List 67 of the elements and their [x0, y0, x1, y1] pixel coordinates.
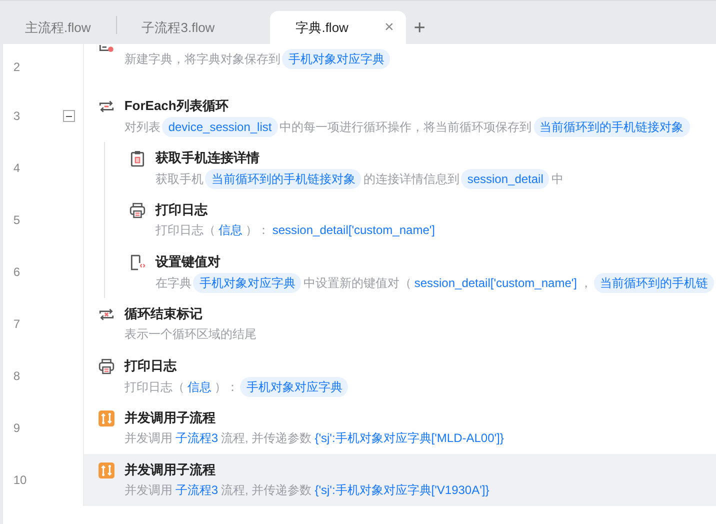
- step-row[interactable]: 并发调用子流程 并发调用 子流程3 流程, 并传递参数 {'sj':手机对象对应字典['V1930A']}: [84, 454, 716, 506]
- variable-link: {'sj':手机对象对应字典['MLD-AL00']}: [314, 430, 504, 447]
- description-text: 中的每一项进行循环操作，将当前循环项保存到: [280, 119, 532, 136]
- variable-chip: 手机对象对应字典: [240, 377, 348, 397]
- description-text: 在字典: [155, 275, 192, 292]
- description-text: 流程, 并传递参数: [221, 482, 312, 499]
- line-number: 10: [13, 472, 27, 489]
- variable-chip: 手机对象对应字典: [193, 273, 302, 293]
- variable-link: 子流程3: [175, 430, 218, 447]
- subflow-icon: [98, 462, 116, 479]
- variable-chip: session_detail: [461, 169, 550, 189]
- description-text: 对列表: [124, 119, 160, 136]
- dictionary-icon: [129, 254, 146, 271]
- printer-icon: [129, 202, 146, 219]
- description-text: ）：: [245, 222, 270, 239]
- description-text: 中设置新的键值对（: [303, 275, 412, 292]
- variable-link: session_detail['custom_name']: [414, 275, 577, 292]
- variable-link: {'sj':手机对象对应字典['V1930A']}: [314, 482, 490, 499]
- description-text: 中: [551, 171, 564, 188]
- variable-chip: device_session_list: [162, 117, 278, 137]
- description-text: 并发调用: [124, 430, 172, 447]
- step-title: 设置键值对: [155, 253, 222, 271]
- description-text: ，: [580, 275, 592, 292]
- line-number: 6: [13, 264, 20, 281]
- close-tab-button[interactable]: ×: [384, 16, 394, 40]
- line-number: 5: [13, 212, 20, 229]
- description-text: 的连接详情信息到: [363, 171, 460, 188]
- dictionary-icon: [98, 45, 116, 54]
- variable-chip: 当前循环到的手机链接对象: [534, 117, 690, 137]
- variable-chip: 当前循环到的手机链: [594, 273, 714, 293]
- step-title: ForEach列表循环: [124, 97, 230, 115]
- description-text: 并发调用: [124, 482, 172, 499]
- line-number: 7: [13, 316, 20, 333]
- line-number: 3: [13, 108, 20, 125]
- line-number: 4: [13, 160, 20, 177]
- file-tab[interactable]: 子流程3.flow: [116, 11, 240, 44]
- clipboard-icon: [129, 150, 146, 167]
- variable-link: 子流程3: [175, 482, 218, 499]
- step-title: 并发调用子流程: [124, 461, 216, 479]
- line-number: 9: [13, 420, 20, 437]
- description-text: 新建字典，将字典对象保存到: [124, 51, 280, 68]
- step-title: 并发调用子流程: [124, 409, 216, 427]
- variable-chip: 手机对象对应字典: [282, 49, 390, 69]
- description-text: 流程, 并传递参数: [221, 430, 312, 447]
- description-text: 获取手机: [155, 171, 204, 188]
- step-title: 循环结束标记: [124, 305, 204, 323]
- variable-link: 信息: [218, 222, 242, 239]
- collapse-toggle[interactable]: [63, 110, 76, 122]
- file-tab[interactable]: 字典.flow ×: [270, 11, 406, 44]
- loop-icon: [98, 98, 116, 115]
- line-number: 2: [13, 59, 20, 76]
- step-title: 打印日志: [124, 357, 178, 375]
- add-tab-button[interactable]: +: [406, 11, 434, 44]
- description-text: 打印日志（: [155, 222, 216, 239]
- description-text: 打印日志（: [124, 379, 184, 396]
- description-text: ）：: [214, 379, 238, 396]
- variable-chip: 当前循环到的手机链接对象: [205, 169, 362, 189]
- step-title: 打印日志: [155, 201, 209, 219]
- line-number: 8: [13, 368, 20, 385]
- variable-link: 信息: [187, 379, 212, 396]
- subflow-icon: [98, 410, 116, 427]
- description-text: 表示一个循环区域的结尾: [124, 326, 256, 343]
- printer-icon: [98, 358, 116, 375]
- file-tab[interactable]: 主流程.flow: [0, 11, 116, 44]
- variable-link: session_detail['custom_name']: [272, 222, 435, 239]
- loop-end-icon: [98, 306, 116, 323]
- step-title: 获取手机连接详情: [155, 149, 260, 167]
